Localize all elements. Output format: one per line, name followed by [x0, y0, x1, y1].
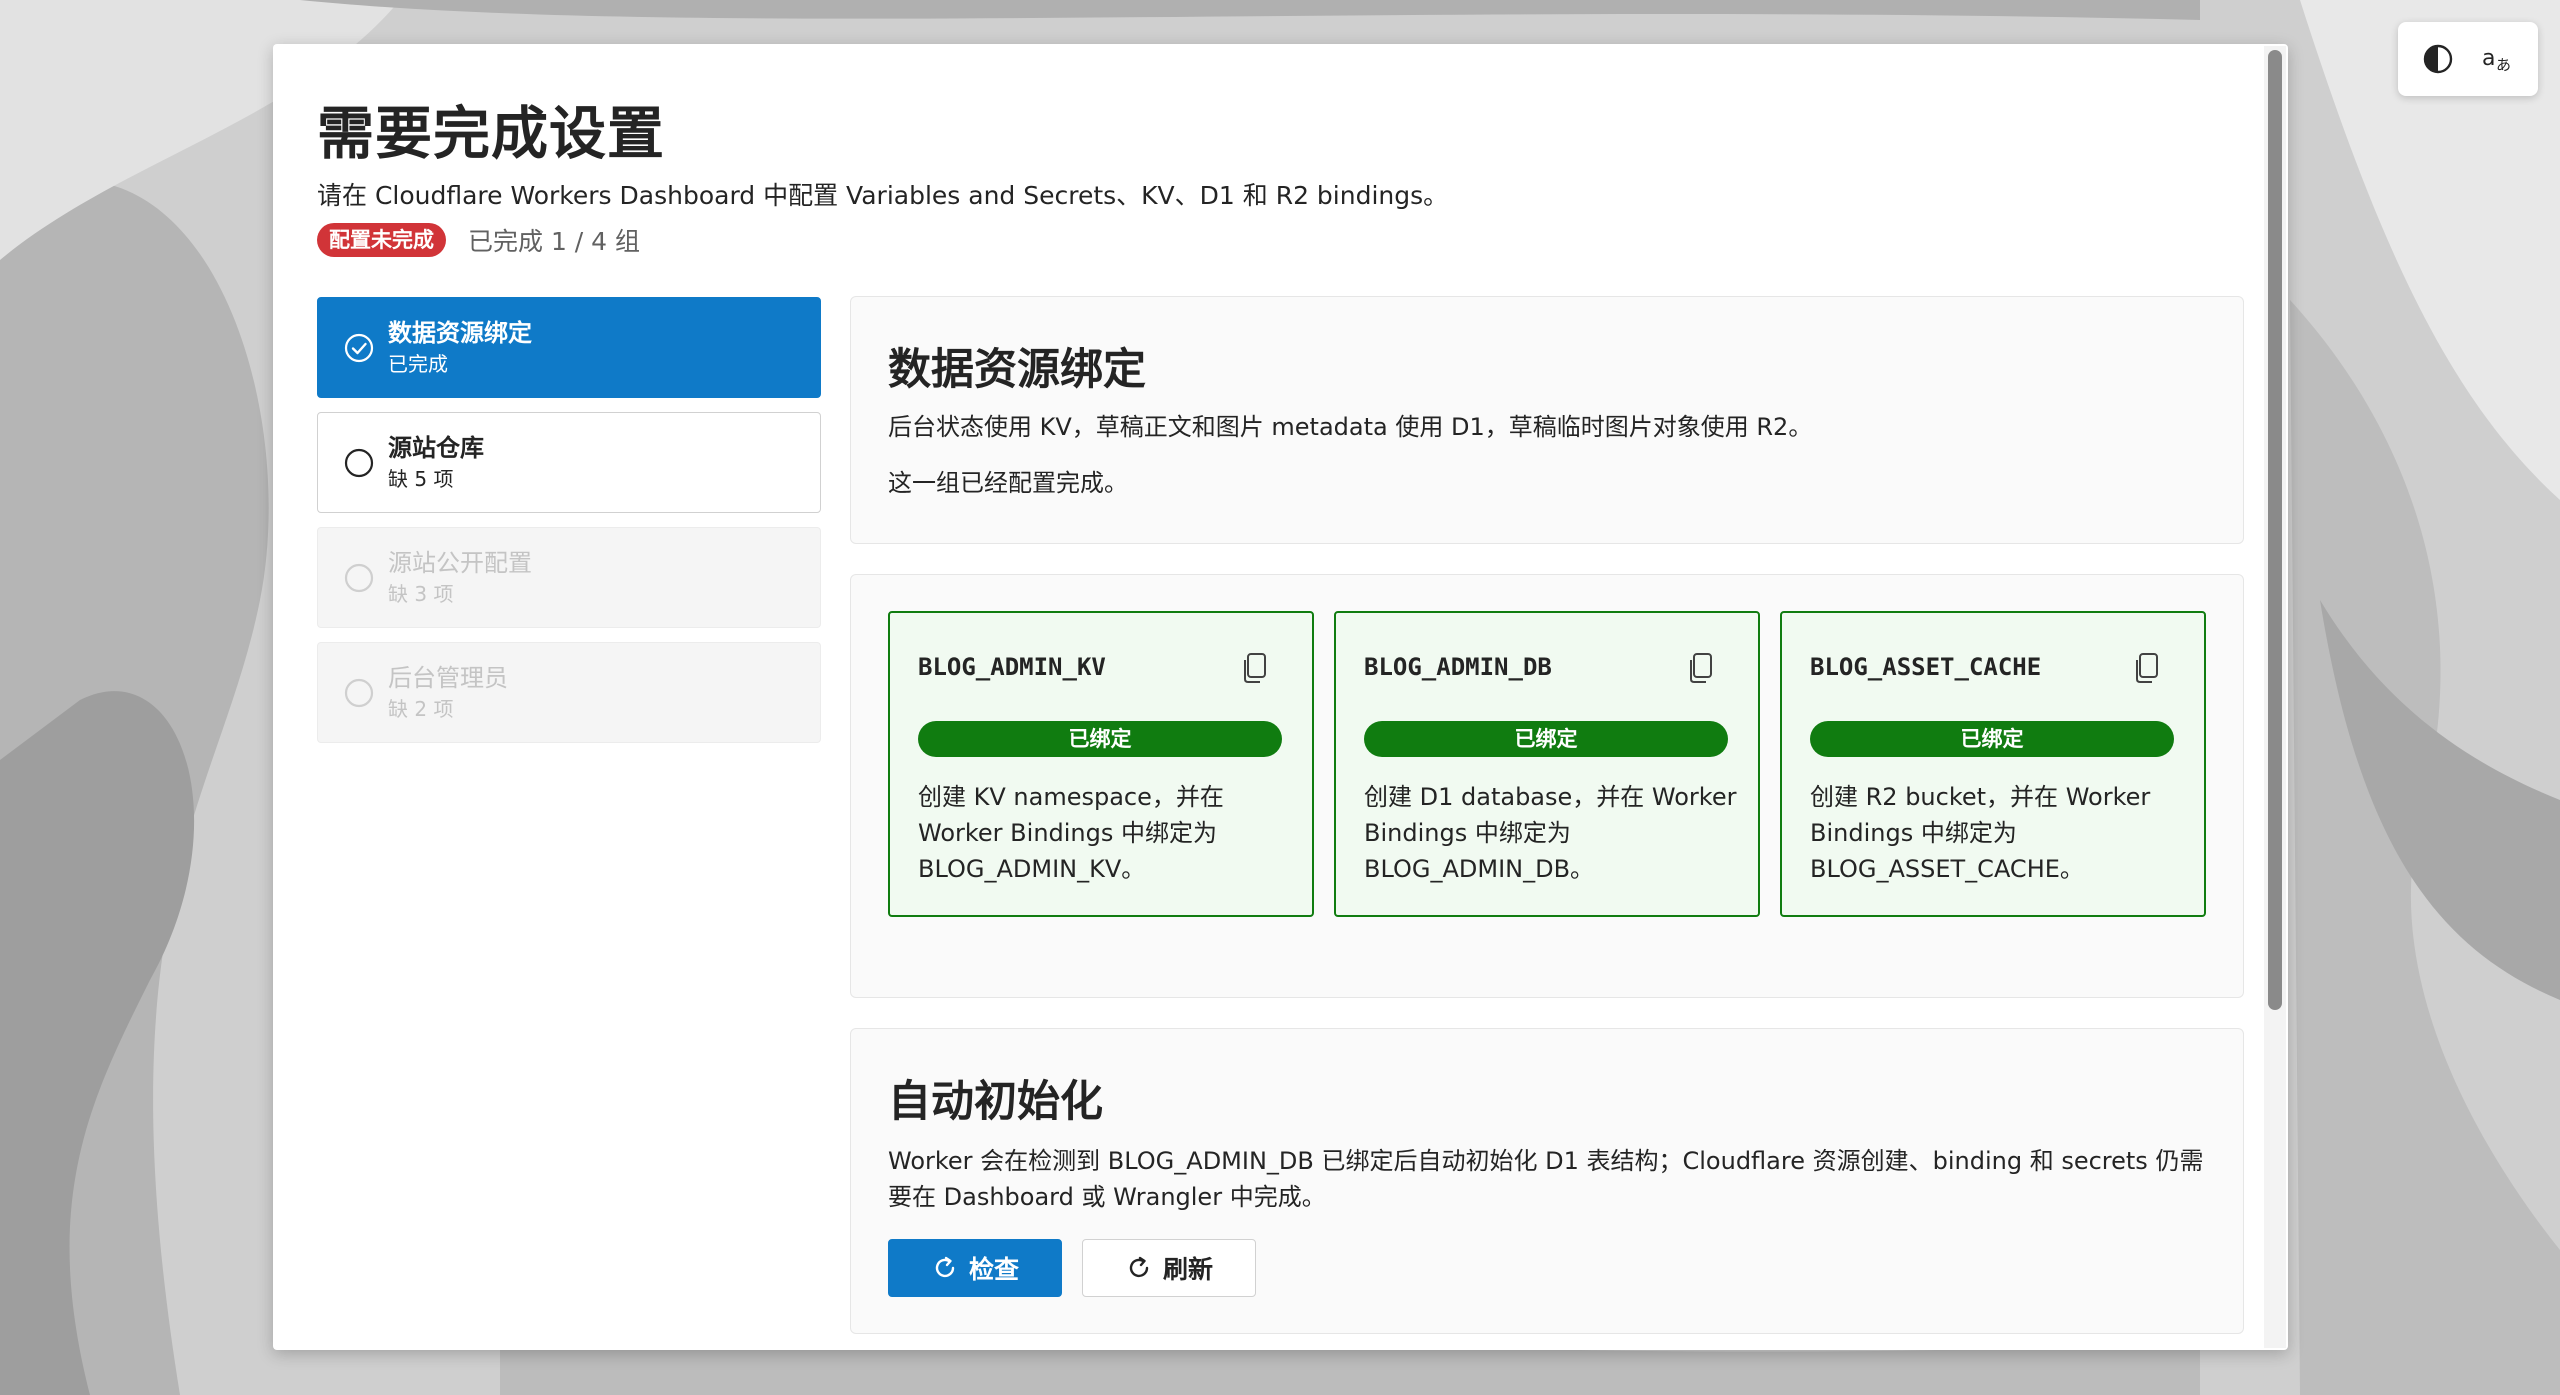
section-status-text: 这一组已经配置完成。	[888, 469, 1128, 497]
nav-item-sub: 已完成	[388, 351, 448, 376]
nav-item-admin: 后台管理员 缺 2 项	[317, 642, 821, 743]
binding-description: 创建 D1 database，并在 Worker Bindings 中绑定为 B…	[1364, 783, 1737, 883]
nav-item-resources[interactable]: 数据资源绑定 已完成	[317, 297, 821, 398]
contrast-icon	[2423, 44, 2453, 74]
check-button-label: 检查	[968, 1255, 1019, 1284]
nav-item-title: 源站公开配置	[388, 548, 532, 577]
nav-item-title: 数据资源绑定	[388, 318, 532, 347]
binding-card-kv: BLOG_ADMIN_KV 已绑定 创建 KV namespace，并在 Wor…	[888, 611, 1314, 917]
copy-icon[interactable]	[2132, 651, 2162, 685]
nav-item-sub: 缺 3 项	[388, 581, 454, 606]
binding-description: 创建 KV namespace，并在 Worker Bindings 中绑定为 …	[918, 783, 1224, 883]
section-title: 自动初始化	[888, 1077, 1103, 1127]
binding-name: BLOG_ADMIN_KV	[918, 653, 1106, 681]
binding-card-db: BLOG_ADMIN_DB 已绑定 创建 D1 database，并在 Work…	[1334, 611, 1760, 917]
auto-init-section: 自动初始化 Worker 会在检测到 BLOG_ADMIN_DB 已绑定后自动初…	[850, 1028, 2244, 1334]
svg-text:a: a	[2482, 46, 2495, 71]
scrollbar-thumb[interactable]	[2268, 50, 2282, 1010]
refresh-icon	[1129, 1256, 1149, 1278]
check-circle-icon	[344, 333, 374, 362]
copy-icon[interactable]	[1686, 651, 1716, 685]
binding-name: BLOG_ASSET_CACHE	[1810, 653, 2042, 681]
refresh-button-label: 刷新	[1162, 1255, 1213, 1284]
copy-icon[interactable]	[1240, 651, 1270, 685]
binding-name: BLOG_ADMIN_DB	[1364, 653, 1552, 681]
refresh-icon	[935, 1256, 955, 1278]
nav-item-title: 源站仓库	[388, 433, 484, 462]
nav-item-title: 后台管理员	[388, 663, 508, 692]
section-description: Worker 会在检测到 BLOG_ADMIN_DB 已绑定后自动初始化 D1 …	[888, 1147, 2204, 1211]
setup-card: 需要完成设置 请在 Cloudflare Workers Dashboard 中…	[273, 44, 2288, 1350]
nav-item-sub: 缺 2 项	[388, 696, 454, 721]
circle-icon	[344, 563, 374, 592]
theme-toggle-button[interactable]	[2412, 33, 2464, 85]
status-row: 配置未完成 已完成 1 / 4 组	[317, 222, 640, 258]
bound-badge: 已绑定	[1364, 721, 1728, 757]
circle-icon	[344, 678, 374, 707]
binding-description: 创建 R2 bucket，并在 Worker Bindings 中绑定为 BLO…	[1810, 783, 2151, 883]
bound-badge: 已绑定	[1810, 721, 2174, 757]
bound-badge: 已绑定	[918, 721, 1282, 757]
resources-section: 数据资源绑定 后台状态使用 KV，草稿正文和图片 metadata 使用 D1，…	[850, 296, 2244, 544]
translate-icon: a あ	[2482, 46, 2511, 74]
bindings-section: BLOG_ADMIN_KV 已绑定 创建 KV namespace，并在 Wor…	[850, 574, 2244, 998]
nav-item-public-config: 源站公开配置 缺 3 项	[317, 527, 821, 628]
status-badge: 配置未完成	[317, 223, 446, 257]
page-description: 请在 Cloudflare Workers Dashboard 中配置 Vari…	[317, 181, 1449, 210]
binding-card-cache: BLOG_ASSET_CACHE 已绑定 创建 R2 bucket，并在 Wor…	[1780, 611, 2206, 917]
scrollbar[interactable]	[2264, 46, 2286, 1348]
display-toolbar: a あ	[2398, 22, 2538, 96]
language-button[interactable]: a あ	[2472, 33, 2524, 85]
svg-text:あ: あ	[2496, 56, 2511, 74]
progress-text: 已完成 1 / 4 组	[468, 227, 641, 256]
nav-item-origin-repo[interactable]: 源站仓库 缺 5 项	[317, 412, 821, 513]
section-description: 后台状态使用 KV，草稿正文和图片 metadata 使用 D1，草稿临时图片对…	[888, 413, 1813, 441]
section-title: 数据资源绑定	[888, 345, 1146, 395]
check-button[interactable]: 检查	[888, 1239, 1062, 1297]
refresh-button[interactable]: 刷新	[1082, 1239, 1256, 1297]
page-title: 需要完成设置	[317, 101, 665, 167]
circle-icon	[344, 448, 374, 477]
nav-item-sub: 缺 5 项	[388, 466, 454, 491]
setup-steps-nav: 数据资源绑定 已完成 源站仓库 缺 5 项 源站公开配置 缺 3 项 后台管理员…	[317, 297, 821, 757]
